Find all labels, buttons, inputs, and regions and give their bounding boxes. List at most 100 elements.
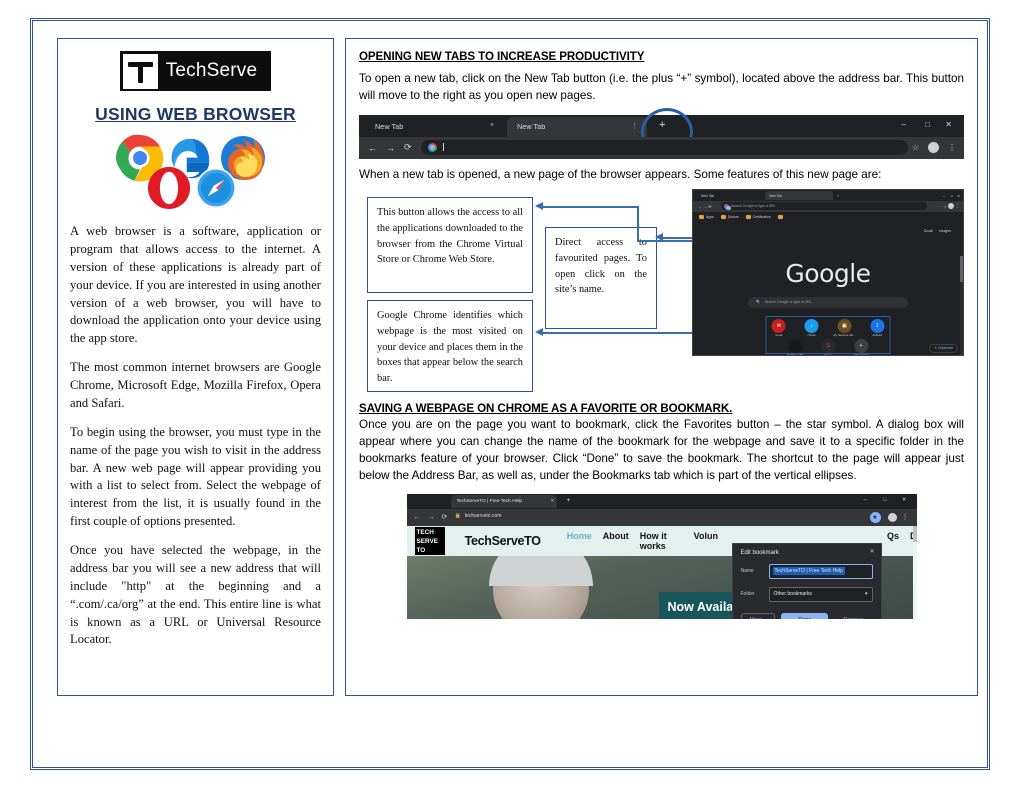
newtab-address-bar[interactable]: Search Google or type a URL	[721, 202, 927, 211]
forward-icon[interactable]: →	[386, 143, 395, 153]
tile-android[interactable]: 1 Android	[865, 318, 890, 337]
site-scrollbar[interactable]	[912, 525, 917, 619]
page-title: USING WEB BROWSER	[95, 104, 296, 124]
edit-bookmark-dialog: Edit bookmark ✕ Name TechServeTO | Free …	[731, 542, 882, 619]
dialog-name-row: Name TechServeTO | Free Tech Help	[740, 563, 873, 579]
techserveto-website: TECH SERVE TO TechServeTO Home About How i…	[406, 525, 917, 619]
dialog-folder-label: Folder	[740, 591, 755, 598]
nav-link-volunteer[interactable]: Volun	[694, 531, 718, 551]
more-button[interactable]: More...	[740, 612, 776, 619]
tile-itunes-1[interactable]: ♪ iTunes	[799, 318, 824, 337]
tile-gmail[interactable]: ✉ Gmail	[767, 318, 792, 337]
dialog-folder-select[interactable]: Other bookmarks ▾	[768, 586, 873, 602]
bm-forward-icon[interactable]: →	[428, 514, 435, 521]
bookmark-extra-icon[interactable]	[777, 215, 783, 220]
tile-my-services[interactable]: ▣ My Services Sto...	[832, 318, 857, 337]
newtab-menu-icon[interactable]: ⋮	[955, 203, 960, 209]
bm-tab-close-icon[interactable]: ✕	[551, 498, 555, 504]
bm-star-icon-active[interactable]: ★	[869, 511, 881, 523]
site-logo: TECH SERVE TO	[414, 526, 445, 555]
bm-new-tab-icon[interactable]: +	[567, 497, 571, 504]
bm-menu-icon[interactable]: ⋮	[902, 513, 909, 521]
bookmark-certification[interactable]: Certification	[745, 215, 771, 220]
chrome-icon-small	[428, 142, 437, 152]
dialog-name-input[interactable]: TechServeTO | Free Tech Help	[768, 563, 873, 579]
techserve-logo-text: TechServe	[165, 60, 258, 81]
done-button[interactable]: Done	[781, 612, 829, 619]
safari-icon	[195, 167, 236, 209]
section2-body: Once you are on the page you want to boo…	[359, 417, 964, 482]
services-tile-icon: ▣	[837, 318, 852, 333]
bookmark-dialog-screenshot: TechServeTO | Free Tech Help ✕ + – □ ✕ ←…	[406, 493, 917, 619]
toolbar-right-icons: ☆ ⋮	[912, 141, 956, 153]
site-brand: TechServeTO	[464, 533, 541, 548]
close-window-button[interactable]: ✕	[945, 120, 952, 129]
tile-itunes-2[interactable]: S iTunes	[816, 338, 841, 355]
tab-strip: New Tab × New Tab ⋮ + – □ ✕	[359, 107, 964, 156]
newtab-avatar-icon[interactable]	[948, 203, 954, 210]
newtab-tab-2[interactable]: New Tab	[765, 191, 833, 201]
page-scrollbar[interactable]	[960, 255, 963, 355]
newtab-plus-icon[interactable]: +	[833, 191, 839, 200]
arrowhead-callout-2	[655, 232, 663, 241]
chevron-down-icon: ▾	[864, 591, 868, 598]
dialog-close-icon[interactable]: ✕	[869, 548, 874, 555]
connector-line-1-v	[637, 205, 639, 241]
nav-link-about[interactable]: About	[603, 531, 629, 551]
bookmark-donors[interactable]: Donors	[720, 215, 739, 220]
tile-add-shortcut[interactable]: + Add shortcut	[849, 338, 874, 355]
bm-tab-techserveto[interactable]: TechServeTO | Free Tech Help	[450, 495, 557, 509]
tile-techserveto[interactable]: TechServeTO	[783, 338, 808, 355]
most-visited-tiles: ✉ Gmail ♪ iTunes ▣ My Services Sto... 1 …	[765, 315, 891, 355]
newtab-minimize-icon[interactable]: –	[939, 191, 945, 200]
bm-minimize-icon[interactable]: –	[863, 497, 866, 503]
remove-button[interactable]: Remove	[834, 613, 872, 619]
google-search-box[interactable]: 🔍 Search Google or type a URL	[748, 296, 908, 308]
bm-avatar-icon[interactable]	[887, 512, 897, 522]
bm-maximize-icon[interactable]: □	[883, 497, 886, 503]
newtab-tab-1[interactable]: New Tab	[697, 191, 765, 200]
itunes-tile-icon: ♪	[804, 318, 819, 333]
customize-button[interactable]: ✎ Customize	[929, 343, 958, 353]
profile-avatar-icon[interactable]	[928, 141, 939, 153]
tab-new-tab-1[interactable]: New Tab	[365, 117, 505, 137]
document-page: TechServe USING WEB BROWSER A web browse…	[0, 0, 1020, 788]
techserve-logo: TechServe	[68, 51, 323, 91]
back-icon[interactable]: ←	[368, 143, 377, 153]
gmail-link[interactable]: Gmail	[924, 229, 933, 233]
tab-close-icon[interactable]: ×	[490, 122, 494, 129]
bookmark-star-icon[interactable]: ☆	[912, 143, 919, 152]
reload-icon[interactable]: ⟳	[404, 142, 412, 153]
newtab-star-icon[interactable]: ☆	[943, 204, 947, 209]
nav-link-how-it-works[interactable]: How it works	[640, 531, 683, 551]
chrome-menu-icon[interactable]: ⋮	[948, 143, 956, 152]
tab-new-tab-2[interactable]: New Tab	[507, 116, 647, 137]
bookmarks-bar: Apps Donors Certification	[693, 211, 963, 223]
address-bar[interactable]	[421, 139, 908, 155]
newtab-nav-icons[interactable]: ← → ⟳	[698, 204, 712, 209]
add-shortcut-icon: +	[854, 338, 868, 353]
newtab-close-icon[interactable]: ✕	[953, 191, 960, 200]
bm-address-bar[interactable]: 🔒 techserveto.com	[455, 513, 502, 519]
left-column-panel: TechServe USING WEB BROWSER A web browse…	[57, 38, 334, 696]
newtab-maximize-icon[interactable]: □	[947, 191, 953, 200]
hero-person-hair	[488, 555, 593, 586]
bm-back-icon[interactable]: ←	[414, 514, 421, 521]
lock-icon: 🔒	[454, 512, 461, 519]
arrowhead-callout-1	[535, 201, 543, 210]
bm-reload-icon[interactable]: ⟳	[442, 513, 448, 521]
nav-link-faqs[interactable]: Qs	[887, 531, 899, 551]
bookmark-apps[interactable]: Apps	[699, 215, 714, 220]
section1-body: To open a new tab, click on the New Tab …	[359, 72, 964, 102]
maximize-button[interactable]: □	[925, 120, 930, 129]
right-column-panel: OPENING NEW TABS TO INCREASE PRODUCTIVIT…	[345, 38, 978, 696]
tab-menu-icon: ⋮	[631, 122, 638, 130]
bm-close-icon[interactable]: ✕	[902, 497, 907, 503]
dialog-name-label: Name	[740, 568, 754, 575]
minimize-button[interactable]: –	[902, 120, 906, 129]
callout-apps-button: This button allows the access to all the…	[367, 196, 533, 293]
techserve-logo-mark	[122, 53, 158, 89]
nav-link-home[interactable]: Home	[567, 531, 592, 551]
images-link[interactable]: Images	[939, 229, 951, 233]
section1-body2: When a new tab is opened, a new page of …	[359, 167, 882, 181]
